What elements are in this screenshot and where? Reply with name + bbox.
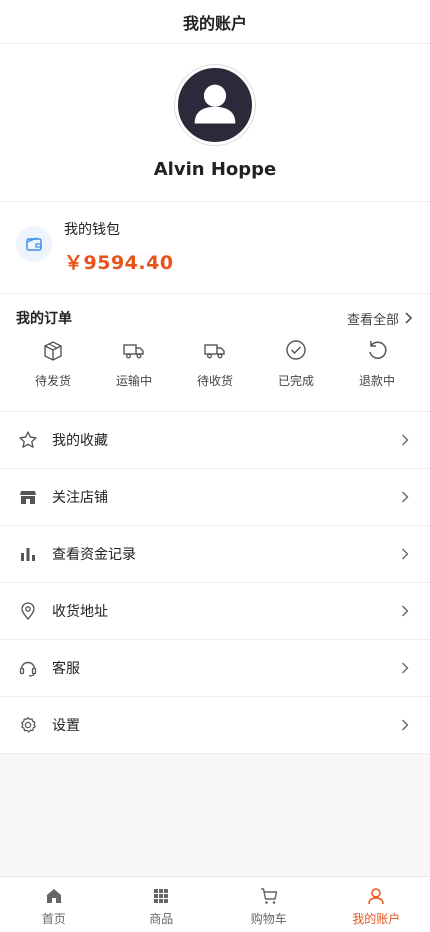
tab-products[interactable]: 商品 — [108, 877, 216, 932]
truck-icon — [122, 338, 146, 362]
gear-icon — [18, 715, 38, 735]
order-status-in-transit[interactable]: 运输中 — [97, 338, 171, 389]
order-status-label: 已完成 — [277, 374, 314, 388]
tab-label: 商品 — [149, 912, 174, 926]
menu-item-label: 收货地址 — [52, 604, 108, 620]
menu-item-label: 客服 — [52, 661, 80, 677]
grid-icon — [151, 886, 171, 906]
wallet-balance: ￥9594.40 — [64, 252, 174, 274]
menu-item-settings[interactable]: 设置 — [0, 697, 430, 754]
tab-my-account[interactable]: 我的账户 — [323, 877, 430, 932]
package-icon — [41, 338, 65, 362]
order-status-refunding[interactable]: 退款中 — [340, 338, 414, 389]
user-name: Alvin Hoppe — [153, 159, 277, 180]
chevron-right-icon — [398, 718, 412, 732]
order-status-pending-shipment[interactable]: 待发货 — [16, 338, 90, 389]
order-status-label: 退款中 — [358, 374, 395, 388]
menu-item-favorites[interactable]: 我的收藏 — [0, 412, 430, 469]
menu-list: 我的收藏 关注店铺 查看资金记录 收货地址 客服 设置 — [0, 412, 430, 754]
tab-label: 首页 — [41, 912, 66, 926]
tab-label: 我的账户 — [352, 912, 401, 926]
chevron-right-icon — [398, 661, 412, 675]
order-status-label: 运输中 — [115, 374, 152, 388]
home-icon — [44, 886, 64, 906]
menu-item-followed-stores[interactable]: 关注店铺 — [0, 469, 430, 526]
wallet-icon — [16, 226, 52, 262]
view-all-orders-link[interactable]: 查看全部 — [347, 309, 414, 328]
app-header: 我的账户 — [0, 0, 430, 44]
wallet-label: 我的钱包 — [64, 222, 120, 238]
check-circle-icon — [284, 338, 308, 362]
avatar[interactable] — [175, 65, 255, 145]
menu-item-label: 设置 — [52, 718, 80, 734]
store-icon — [18, 487, 38, 507]
truck-icon — [203, 338, 227, 362]
tab-label: 购物车 — [250, 912, 287, 926]
bar-chart-icon — [18, 544, 38, 564]
page-title: 我的账户 — [182, 13, 247, 33]
menu-item-fund-records[interactable]: 查看资金记录 — [0, 526, 430, 583]
cart-icon — [259, 886, 279, 906]
order-status-awaiting-receipt[interactable]: 待收货 — [178, 338, 252, 389]
menu-item-shipping-address[interactable]: 收货地址 — [0, 583, 430, 640]
star-icon — [18, 430, 38, 450]
wallet-section[interactable]: 我的钱包 ￥9594.40 — [0, 202, 430, 294]
headset-icon — [18, 658, 38, 678]
chevron-right-icon — [398, 490, 412, 504]
tab-home[interactable]: 首页 — [0, 877, 108, 932]
chevron-right-icon — [405, 312, 413, 324]
orders-title: 我的订单 — [16, 311, 72, 327]
user-silhouette-icon — [194, 84, 236, 124]
menu-item-label: 查看资金记录 — [52, 547, 136, 563]
chevron-right-icon — [398, 433, 412, 447]
order-status-label: 待发货 — [34, 374, 71, 388]
bottom-tab-bar: 首页 商品 购物车 我的账户 — [0, 876, 430, 932]
chevron-right-icon — [398, 604, 412, 618]
chevron-right-icon — [398, 547, 412, 561]
order-status-completed[interactable]: 已完成 — [259, 338, 333, 389]
location-pin-icon — [18, 601, 38, 621]
tab-cart[interactable]: 购物车 — [215, 877, 323, 932]
menu-item-label: 我的收藏 — [52, 433, 108, 449]
view-all-label: 查看全部 — [346, 312, 399, 328]
orders-section: 我的订单 查看全部 待发货 运输中 待收货 已完成 退款中 — [0, 294, 430, 412]
refresh-icon — [365, 338, 389, 362]
profile-section: Alvin Hoppe — [0, 44, 430, 202]
order-status-label: 待收货 — [196, 374, 233, 388]
menu-item-label: 关注店铺 — [52, 490, 108, 506]
menu-item-customer-service[interactable]: 客服 — [0, 640, 430, 697]
user-icon — [366, 886, 386, 906]
